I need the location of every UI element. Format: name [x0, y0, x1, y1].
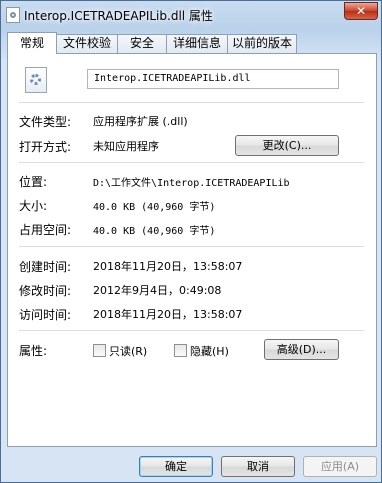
advanced-button[interactable]: 高级(D)... — [264, 339, 339, 360]
created-value: 2018年11月20日，13:58:07 — [93, 260, 243, 273]
dll-file-icon — [6, 7, 20, 23]
divider — [19, 162, 364, 163]
tab-general[interactable]: 常规 — [7, 32, 57, 54]
file-type-label: 文件类型: — [19, 115, 72, 129]
tab-file-hash[interactable]: 文件校验 — [56, 34, 118, 53]
accessed-label: 访问时间: — [19, 308, 72, 322]
change-button[interactable]: 更改(C)... — [235, 135, 339, 156]
divider — [19, 246, 364, 247]
title-bar[interactable]: Interop.ICETRADEAPILib.dll 属性 ✕ — [1, 1, 381, 29]
readonly-checkbox[interactable] — [93, 344, 106, 357]
divider — [19, 102, 364, 103]
created-label: 创建时间: — [19, 260, 72, 274]
location-label: 位置: — [19, 175, 48, 189]
dll-gear-file-icon — [25, 67, 47, 93]
readonly-label[interactable]: 只读(R) — [109, 343, 147, 359]
size-value: 40.0 KB (40,960 字节) — [93, 202, 216, 213]
tab-previous-versions[interactable]: 以前的版本 — [227, 34, 297, 53]
opens-with-label: 打开方式: — [19, 140, 72, 154]
opens-with-value: 未知应用程序 — [93, 140, 159, 153]
location-value: D:\工作文件\Interop.ICETRADEAPILib — [93, 178, 290, 189]
hidden-label[interactable]: 隐藏(H) — [190, 343, 229, 359]
ok-button[interactable]: 确定 — [139, 456, 213, 477]
size-on-disk-label: 占用空间: — [19, 223, 72, 237]
modified-label: 修改时间: — [19, 284, 72, 298]
apply-button[interactable]: 应用(A) — [303, 456, 377, 477]
tab-strip: 常规 文件校验 安全 详细信息 以前的版本 — [7, 32, 377, 54]
modified-value: 2012年9月4日，0:49:08 — [93, 284, 222, 297]
size-on-disk-value: 40.0 KB (40,960 字节) — [93, 226, 216, 237]
file-name-field[interactable]: Interop.ICETRADEAPILib.dll — [87, 69, 339, 89]
window-title: Interop.ICETRADEAPILib.dll 属性 — [24, 9, 213, 23]
properties-window: Interop.ICETRADEAPILib.dll 属性 ✕ 常规 文件校验 … — [0, 0, 382, 483]
divider — [19, 330, 364, 331]
accessed-value: 2018年11月20日，13:58:07 — [93, 308, 243, 321]
tab-security[interactable]: 安全 — [117, 34, 167, 53]
size-label: 大小: — [19, 199, 48, 213]
cancel-button[interactable]: 取消 — [221, 456, 295, 477]
attributes-label: 属性: — [19, 344, 48, 358]
hidden-checkbox[interactable] — [174, 344, 187, 357]
tab-details[interactable]: 详细信息 — [166, 34, 228, 53]
file-type-value: 应用程序扩展 (.dll) — [93, 115, 188, 128]
close-button[interactable]: ✕ — [344, 2, 378, 20]
